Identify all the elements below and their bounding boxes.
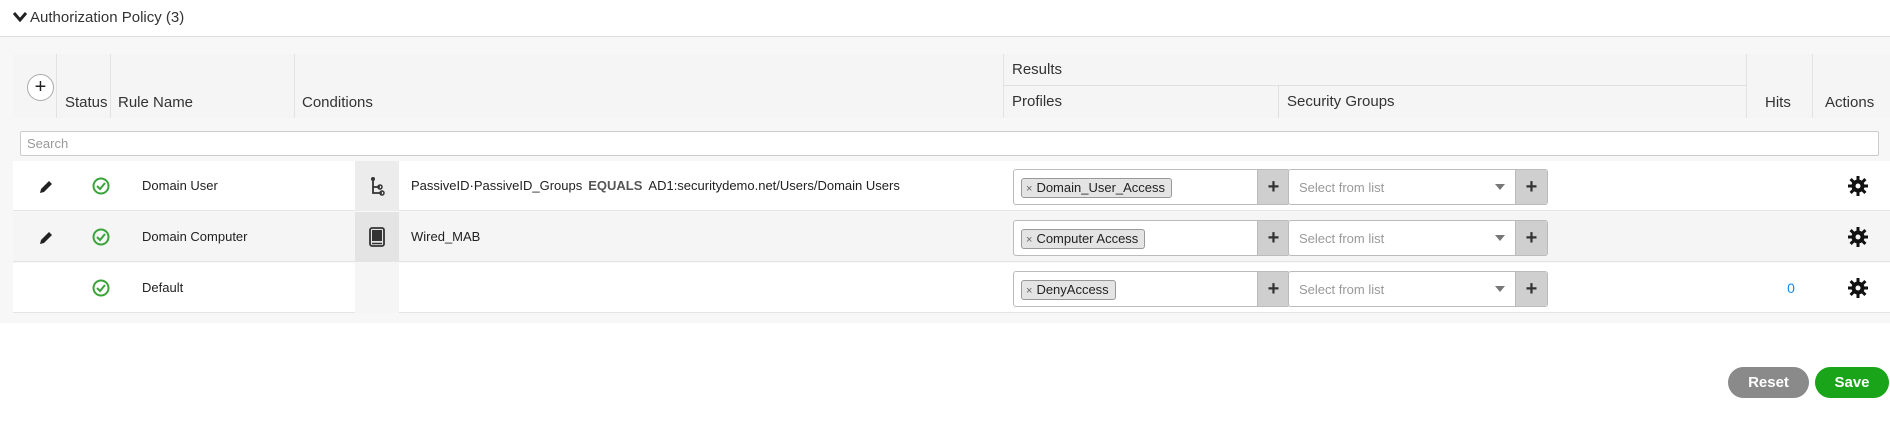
profile-tag-label: DenyAccess bbox=[1036, 282, 1109, 297]
profile-tag: × DenyAccess bbox=[1021, 280, 1116, 300]
security-group-placeholder: Select from list bbox=[1299, 180, 1385, 195]
conditions-column-header[interactable]: Conditions bbox=[295, 54, 1004, 118]
reset-button[interactable]: Reset bbox=[1728, 367, 1809, 398]
security-group-select[interactable]: Select from list + bbox=[1288, 271, 1548, 307]
security-group-select[interactable]: Select from list + bbox=[1288, 220, 1548, 256]
gear-icon[interactable] bbox=[1848, 176, 1868, 196]
condition-text[interactable]: Wired_MAB bbox=[411, 229, 480, 244]
check-circle-icon bbox=[92, 177, 110, 195]
section-title: Authorization Policy (3) bbox=[30, 9, 185, 26]
add-security-group-button[interactable]: + bbox=[1515, 272, 1547, 306]
dropdown-caret-icon bbox=[1495, 184, 1505, 190]
policy-panel: + Status Rule Name Conditions Results Pr… bbox=[0, 37, 1890, 323]
library-book-icon bbox=[369, 227, 385, 247]
pencil-icon[interactable] bbox=[38, 179, 54, 195]
remove-tag-icon[interactable]: × bbox=[1026, 234, 1032, 246]
rule-name[interactable]: Domain Computer bbox=[142, 229, 248, 244]
condition-attribute: Wired_MAB bbox=[411, 229, 481, 244]
check-circle-icon bbox=[92, 228, 110, 246]
profile-tag-label: Computer Access bbox=[1036, 231, 1139, 246]
security-groups-header-label: Security Groups bbox=[1287, 93, 1395, 110]
security-group-select[interactable]: Select from list + bbox=[1288, 169, 1548, 205]
results-column-header: Results Profiles Security Groups bbox=[1004, 54, 1546, 118]
gear-icon[interactable] bbox=[1848, 227, 1868, 247]
condition-icon-cell bbox=[355, 212, 399, 262]
dropdown-caret-icon bbox=[1495, 235, 1505, 241]
search-input[interactable]: Search bbox=[20, 131, 1879, 156]
table-row[interactable]: Domain User PassiveID·PassiveID_Groups EQ… bbox=[13, 161, 1890, 211]
condition-attribute: PassiveID·PassiveID_Groups bbox=[411, 178, 583, 193]
dropdown-caret-icon bbox=[1495, 286, 1505, 292]
security-group-placeholder: Select from list bbox=[1299, 282, 1385, 297]
actions-header-label: Actions bbox=[1825, 94, 1875, 111]
add-profile-button[interactable]: + bbox=[1257, 272, 1289, 306]
status-column-header: Status bbox=[57, 54, 111, 118]
policy-table: + Status Rule Name Conditions Results Pr… bbox=[13, 54, 1890, 314]
chevron-down-icon[interactable] bbox=[12, 9, 28, 25]
add-profile-button[interactable]: + bbox=[1257, 170, 1289, 204]
add-rule-button[interactable]: + bbox=[27, 74, 54, 101]
condition-icon-cell bbox=[355, 263, 399, 313]
profile-tag-label: Domain_User_Access bbox=[1036, 180, 1166, 195]
hits-header-label: Hits bbox=[1765, 94, 1791, 111]
rule-name[interactable]: Domain User bbox=[142, 178, 218, 193]
conditions-header-label: Conditions bbox=[302, 94, 373, 111]
profiles-multiselect[interactable]: × DenyAccess + bbox=[1013, 271, 1290, 307]
status-header-label: Status bbox=[65, 94, 108, 111]
hits-count[interactable]: 0 bbox=[1776, 280, 1806, 296]
section-header[interactable]: Authorization Policy (3) bbox=[0, 0, 1890, 37]
condition-icon-cell bbox=[355, 161, 399, 211]
condition-text[interactable]: PassiveID·PassiveID_Groups EQUALS AD1:secu… bbox=[411, 178, 900, 193]
profile-tag: × Domain_User_Access bbox=[1021, 178, 1173, 198]
rule-name: Default bbox=[142, 280, 184, 295]
results-header-label: Results bbox=[1012, 61, 1063, 78]
add-security-group-button[interactable]: + bbox=[1515, 221, 1547, 255]
rule-name-header-label: Rule Name bbox=[118, 94, 194, 111]
condition-operator: EQUALS bbox=[588, 178, 643, 193]
pencil-icon[interactable] bbox=[38, 230, 54, 246]
gear-icon[interactable] bbox=[1848, 278, 1868, 298]
condition-value: AD1:securitydemo.net/Users/Domain Users bbox=[648, 178, 900, 193]
table-row[interactable]: Domain Computer Wired_MAB × Computer Acce… bbox=[13, 212, 1890, 262]
identity-group-icon bbox=[371, 177, 385, 196]
add-profile-button[interactable]: + bbox=[1257, 221, 1289, 255]
profiles-multiselect[interactable]: × Computer Access + bbox=[1013, 220, 1290, 256]
profiles-multiselect[interactable]: × Domain_User_Access + bbox=[1013, 169, 1290, 205]
rule-name-column-header[interactable]: Rule Name bbox=[111, 54, 295, 118]
hits-column-header: Hits bbox=[1747, 54, 1813, 118]
security-group-placeholder: Select from list bbox=[1299, 231, 1385, 246]
add-column-header: + bbox=[13, 54, 57, 118]
actions-column-header: Actions bbox=[1813, 54, 1890, 118]
remove-tag-icon[interactable]: × bbox=[1026, 285, 1032, 297]
profile-tag: × Computer Access bbox=[1021, 229, 1146, 249]
check-circle-icon bbox=[92, 279, 110, 297]
save-button[interactable]: Save bbox=[1815, 367, 1889, 398]
remove-tag-icon[interactable]: × bbox=[1026, 183, 1032, 195]
results-header-extension bbox=[1546, 54, 1747, 118]
add-security-group-button[interactable]: + bbox=[1515, 170, 1547, 204]
table-row[interactable]: Default × DenyAccess + Select from list +… bbox=[13, 263, 1890, 313]
profiles-header-label: Profiles bbox=[1012, 93, 1063, 110]
